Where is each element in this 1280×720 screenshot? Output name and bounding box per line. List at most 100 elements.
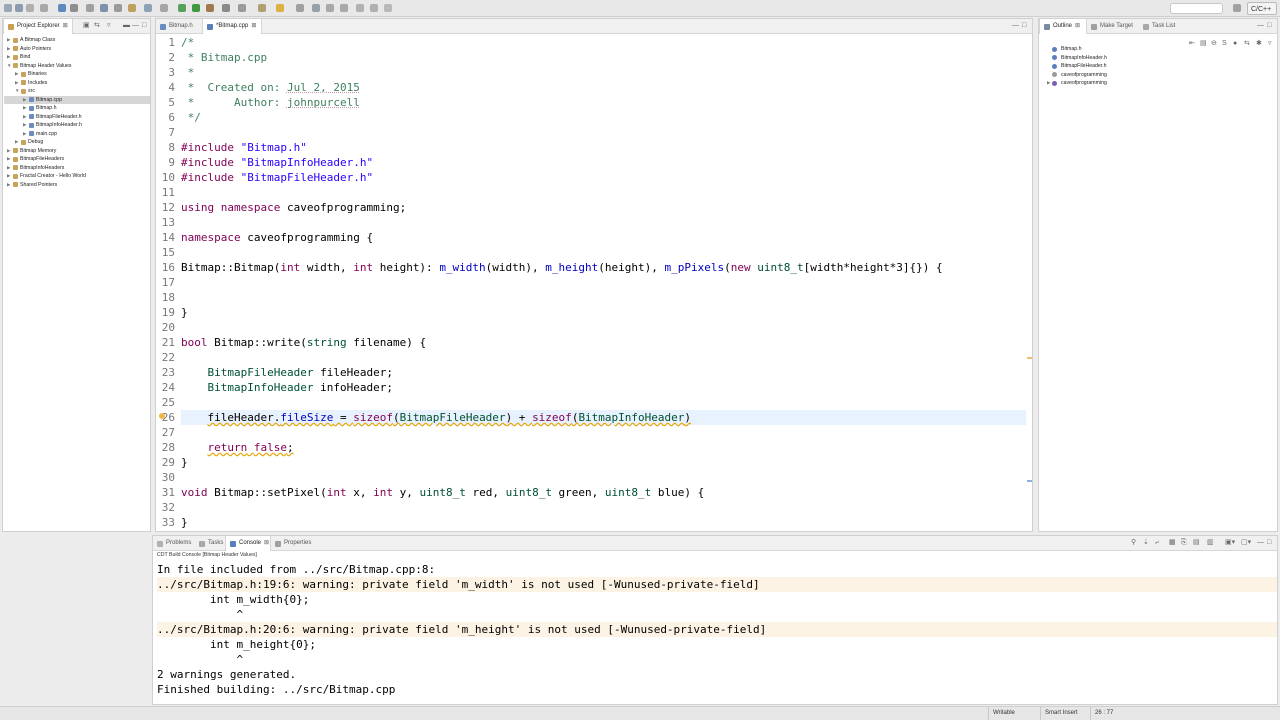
minimize-icon[interactable]: — [1257, 536, 1264, 550]
prev-annotation-icon[interactable] [340, 4, 348, 12]
perspective-button[interactable]: C/C++ [1247, 2, 1277, 15]
tab-task-list[interactable]: Task List [1139, 19, 1189, 34]
close-icon[interactable]: ⊠ [264, 540, 269, 546]
tree-item[interactable]: ▶ BitmapInfoHeaders [4, 164, 150, 172]
tab-tasks[interactable]: Tasks [195, 536, 225, 551]
tree-item[interactable]: ▶ Binaries [4, 70, 150, 78]
code-line[interactable]: #include "Bitmap.h" [181, 140, 1026, 155]
chevron-right-icon[interactable]: ▶ [15, 138, 20, 146]
open-console-icon[interactable]: ▥ [1207, 536, 1214, 550]
collapse-all-icon[interactable]: ▣ [83, 19, 90, 33]
chevron-right-icon[interactable]: ▶ [7, 36, 12, 44]
code-line[interactable]: */ [181, 110, 1026, 125]
code-line[interactable] [181, 215, 1026, 230]
tree-item[interactable]: ▶ Includes [4, 79, 150, 87]
clear-console-icon[interactable]: ▦ [1169, 536, 1176, 550]
maximize-icon[interactable]: □ [142, 19, 146, 33]
chevron-right-icon[interactable]: ▶ [1047, 79, 1050, 87]
tab-bitmap-h[interactable]: Bitmap.h [156, 19, 202, 34]
hide-fields-icon[interactable]: ⊖ [1211, 37, 1217, 51]
tab-project-explorer[interactable]: Project Explorer ⊠ [3, 19, 73, 34]
link-editor-icon[interactable]: ⇆ [1244, 37, 1250, 51]
tree-item[interactable]: ▶ Bitmap.cpp [4, 95, 150, 104]
scroll-lock-icon[interactable]: ⇣ [1143, 536, 1149, 550]
outline-item[interactable]: BitmapInfoHeader.h [1047, 54, 1107, 62]
build-config-icon[interactable] [70, 4, 78, 12]
tree-item[interactable]: ▶ BitmapFileHeaders [4, 155, 150, 163]
build-icon[interactable] [58, 4, 66, 12]
chevron-right-icon[interactable]: ▶ [7, 147, 12, 155]
tree-item[interactable]: ▶ Bind [4, 53, 150, 61]
quick-access-input[interactable] [1170, 3, 1223, 14]
code-line[interactable] [181, 275, 1026, 290]
maximize-icon[interactable]: □ [1022, 19, 1026, 33]
toggle-mark-icon[interactable] [312, 4, 320, 12]
tree-item[interactable]: ▼ src [4, 87, 150, 95]
code-line[interactable]: namespace caveofprogramming { [181, 230, 1026, 245]
code-line[interactable]: return false; [181, 440, 1026, 455]
maximize-icon[interactable]: □ [1267, 19, 1271, 33]
pin-console-icon[interactable]: ⚲ [1131, 536, 1136, 550]
code-line[interactable] [181, 320, 1026, 335]
print-icon[interactable] [40, 4, 48, 12]
overview-occurrence-marker[interactable] [1027, 480, 1032, 482]
debug-icon[interactable] [178, 4, 186, 12]
outline-item[interactable]: caveofprogramming [1047, 71, 1107, 79]
tab-outline[interactable]: Outline ⊠ [1039, 19, 1087, 34]
save-icon[interactable] [15, 4, 23, 12]
copy-icon[interactable]: ⎘ [1181, 536, 1187, 550]
profile-icon[interactable] [238, 4, 246, 12]
code-line[interactable]: BitmapInfoHeader infoHeader; [181, 380, 1026, 395]
group-includes-icon[interactable]: ✱ [1256, 37, 1262, 51]
run-icon[interactable] [192, 4, 200, 12]
code-line[interactable]: using namespace caveofprogramming; [181, 200, 1026, 215]
chevron-down-icon[interactable]: ▼ [7, 62, 12, 70]
close-icon[interactable]: ⊠ [251, 23, 256, 29]
collapse-all-icon[interactable]: ⇤ [1189, 37, 1195, 51]
tab-make-target[interactable]: Make Target [1087, 19, 1139, 34]
code-line[interactable]: * Bitmap.cpp [181, 50, 1026, 65]
pin-icon[interactable] [296, 4, 304, 12]
chevron-right-icon[interactable]: ▶ [7, 181, 12, 189]
chevron-right-icon[interactable]: ▶ [23, 130, 28, 138]
tree-item[interactable]: ▶ A Bitmap Class [4, 36, 150, 44]
view-menu-icon[interactable]: ▿ [107, 19, 111, 33]
hide-nonpublic-icon[interactable]: ● [1233, 37, 1237, 51]
chevron-right-icon[interactable]: ▶ [7, 164, 12, 172]
back-icon[interactable] [356, 4, 364, 12]
code-line[interactable] [181, 500, 1026, 515]
chevron-right-icon[interactable]: ▶ [15, 70, 20, 78]
link-editor-icon[interactable]: ⇆ [94, 19, 100, 33]
code-line[interactable] [181, 395, 1026, 410]
display-console-icon[interactable]: ▤ [1193, 536, 1200, 550]
minimize-icon[interactable]: — [1257, 19, 1264, 33]
tree-item[interactable]: ▶ Debug [4, 138, 150, 146]
console-dropdown-icon[interactable]: ▣▾ [1225, 536, 1235, 550]
tab-bitmap-cpp[interactable]: *Bitmap.cpp ⊠ [202, 19, 262, 34]
hide-static-icon[interactable]: S [1222, 37, 1227, 51]
new-console-icon[interactable]: ▢▾ [1241, 536, 1251, 550]
code-line[interactable] [181, 185, 1026, 200]
close-icon[interactable]: ⊠ [1075, 23, 1080, 29]
chevron-right-icon[interactable]: ▶ [23, 121, 28, 129]
outline-item[interactable]: BitmapFileHeader.h [1047, 62, 1107, 70]
search-tool-icon[interactable] [114, 4, 122, 12]
sort-icon[interactable]: ▤ [1200, 37, 1207, 51]
chevron-down-icon[interactable]: ▼ [15, 87, 20, 95]
code-line[interactable] [181, 350, 1026, 365]
overview-warning-marker[interactable] [1027, 357, 1032, 359]
tab-problems[interactable]: Problems [153, 536, 195, 551]
clean-icon[interactable] [86, 4, 94, 12]
code-line[interactable]: /* [181, 35, 1026, 50]
code-line[interactable]: * Author: johnpurcell [181, 95, 1026, 110]
open-element-icon[interactable] [160, 4, 168, 12]
tree-item[interactable]: ▶ Auto Pointers [4, 45, 150, 53]
code-line[interactable]: bool Bitmap::write(string filename) { [181, 335, 1026, 350]
chevron-right-icon[interactable]: ▶ [7, 155, 12, 163]
view-menu-icon[interactable]: ▿ [1268, 37, 1272, 51]
maximize-icon[interactable]: □ [1267, 536, 1271, 550]
open-perspective-icon[interactable] [1233, 4, 1241, 12]
word-wrap-icon[interactable]: ⤶ [1155, 536, 1159, 550]
code-line[interactable]: #include "BitmapInfoHeader.h" [181, 155, 1026, 170]
tree-item[interactable]: ▶ main.cpp [4, 130, 150, 138]
